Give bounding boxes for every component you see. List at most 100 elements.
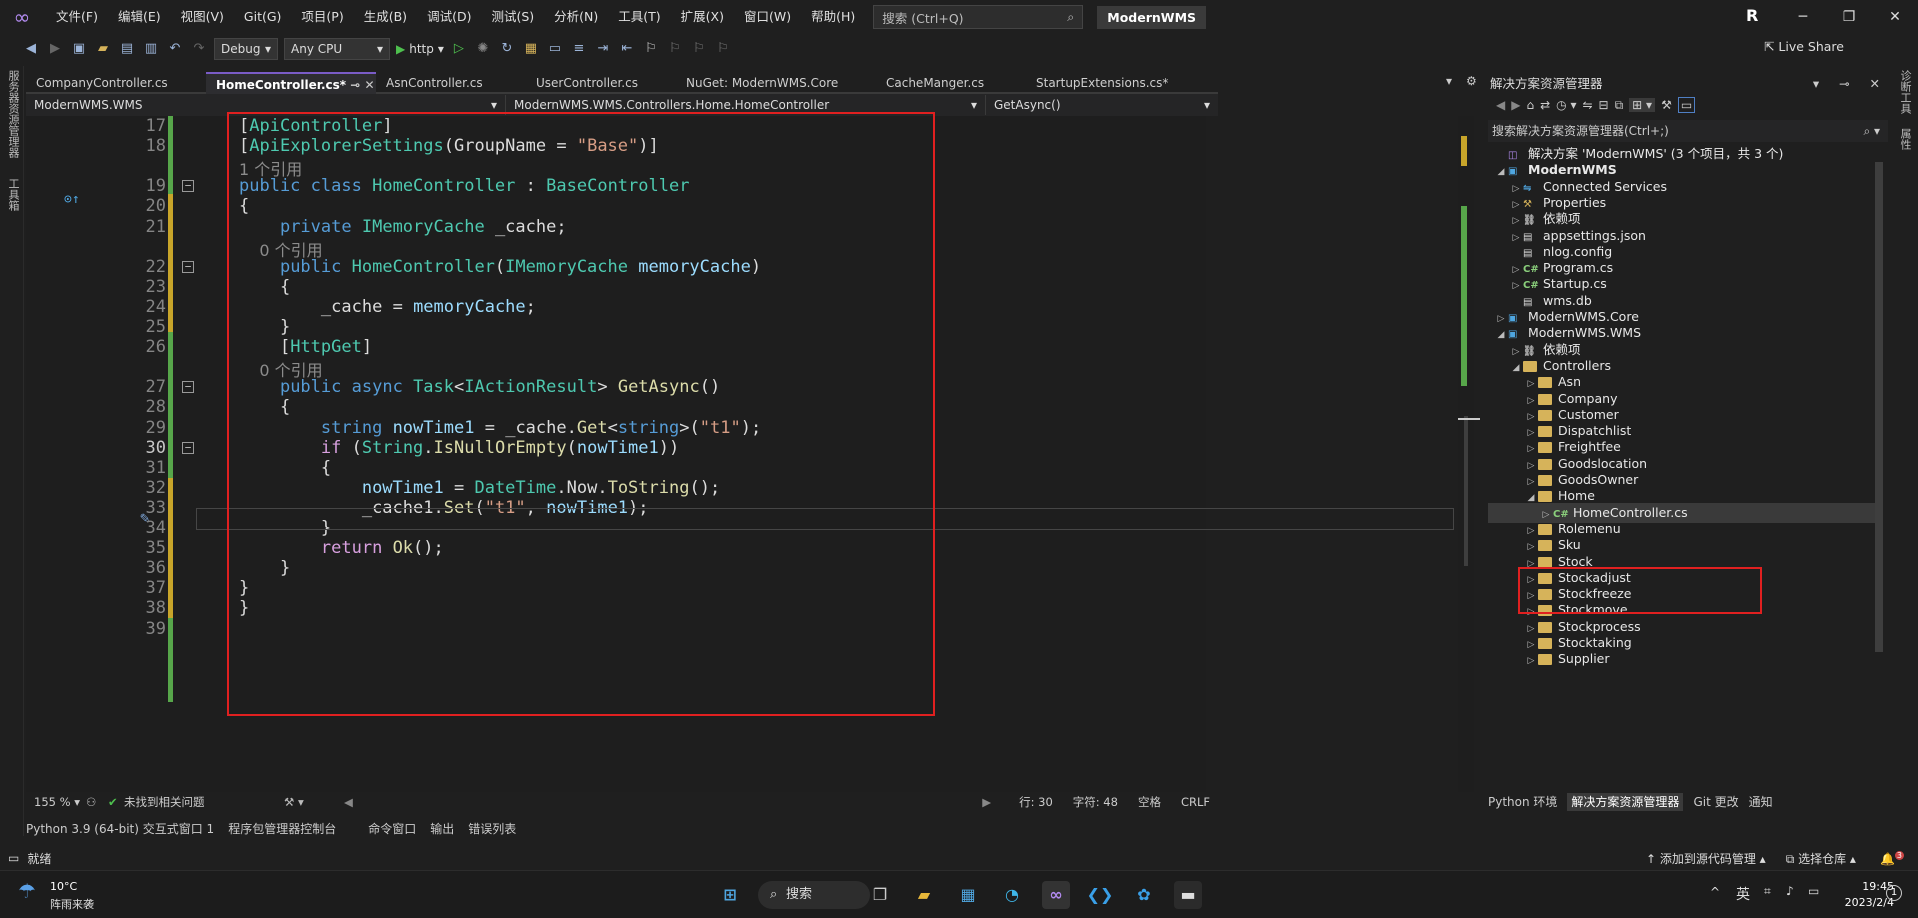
menu-item[interactable]: 调试(D) — [417, 0, 481, 34]
terminal-icon[interactable]: ▬ — [1174, 881, 1202, 909]
search-input[interactable]: 搜索 (Ctrl+Q) ⌕ — [873, 5, 1084, 29]
toolbox-tab[interactable]: 工具箱 — [5, 178, 21, 211]
line-ending[interactable]: CRLF — [1181, 795, 1210, 809]
file-explorer-icon[interactable]: ▰ — [910, 881, 938, 909]
vscode-icon[interactable]: ❮❯ — [1086, 881, 1114, 909]
menu-item[interactable]: 项目(P) — [291, 0, 353, 34]
document-tab[interactable]: HomeController.cs* ⊸ ✕ — [206, 72, 376, 94]
weather-temp[interactable]: 10°C — [50, 880, 77, 893]
bottom-tool-tab[interactable]: 输出 — [430, 820, 454, 837]
fold-toggle-icon[interactable]: − — [182, 381, 194, 394]
document-tab[interactable]: StartupExtensions.cs* — [1026, 72, 1196, 94]
tree-scrollbar-thumb[interactable] — [1875, 162, 1883, 652]
solution-panel-tab[interactable]: 解决方案资源管理器 — [1567, 793, 1684, 811]
pane-controls[interactable]: ▾ ⊸ ✕ — [1813, 74, 1888, 94]
source-control-button[interactable]: ↑ 添加到源代码管理 ▴ — [1646, 850, 1766, 867]
platform-select[interactable]: Any CPU ▾ — [284, 38, 390, 60]
refresh-icon[interactable]: ↻ — [498, 40, 516, 58]
zoom-select[interactable]: 155 % ▾ — [26, 795, 86, 809]
taskbar-search[interactable]: ⌕ 搜索 — [758, 881, 870, 909]
bottom-tool-tab[interactable]: 错误列表 — [468, 820, 516, 837]
menu-item[interactable]: 工具(T) — [608, 0, 670, 34]
weather-desc[interactable]: 阵雨来袭 — [50, 896, 94, 912]
tab-list-dropdown-icon[interactable]: ▾ — [1446, 74, 1452, 88]
scroll-right-icon[interactable]: ▶ — [982, 795, 991, 809]
show-all-files-icon[interactable]: ⧉ — [1615, 98, 1624, 113]
menu-item[interactable]: Git(G) — [234, 0, 292, 34]
menu-item[interactable]: 文件(F) — [46, 0, 108, 34]
hot-reload-icon[interactable]: ✺ — [474, 40, 492, 58]
visual-studio-icon[interactable]: ∞ — [1042, 881, 1070, 909]
avatar[interactable]: R — [1746, 6, 1766, 26]
save-icon[interactable]: ▤ — [118, 40, 136, 58]
bottom-tool-tab[interactable]: 程序包管理器控制台 — [228, 820, 336, 837]
document-tab[interactable]: UserController.cs — [526, 72, 676, 94]
open-icon[interactable]: ▰ — [94, 40, 112, 58]
document-tab[interactable]: CacheManger.cs — [876, 72, 1026, 94]
run-button[interactable]: ▶ http ▾ — [396, 42, 444, 56]
collapsed-arrow-icon[interactable]: ▷ — [1524, 651, 1538, 671]
scroll-left-icon[interactable]: ◀ — [344, 795, 353, 809]
pin-close-icon[interactable]: ⊸ ✕ — [346, 78, 374, 92]
home-icon[interactable]: ⌂ — [1526, 98, 1534, 112]
notification-center-badge[interactable]: 1 — [1886, 885, 1902, 901]
indent-icon[interactable]: ⇥ — [594, 40, 612, 58]
server-explorer-tab[interactable]: 服务器资源管理器 — [5, 70, 21, 158]
solution-panel-tab[interactable]: Git 更改 — [1693, 793, 1738, 811]
bottom-tool-tab[interactable]: 命令窗口 — [368, 820, 416, 837]
minimize-button[interactable]: ─ — [1780, 0, 1826, 34]
fold-toggle-icon[interactable]: − — [182, 260, 194, 273]
new-project-icon[interactable]: ▣ — [70, 40, 88, 58]
menu-item[interactable]: 扩展(X) — [671, 0, 734, 34]
menu-item[interactable]: 窗口(W) — [734, 0, 801, 34]
save-all-icon[interactable]: ▥ — [142, 40, 160, 58]
menu-item[interactable]: 帮助(H) — [801, 0, 865, 34]
menu-item[interactable]: 视图(V) — [171, 0, 234, 34]
store-icon[interactable]: ▦ — [954, 881, 982, 909]
start-without-debug-icon[interactable]: ▷ — [450, 40, 468, 58]
browser-icon[interactable]: ▦ — [522, 40, 540, 58]
start-icon[interactable]: ⊞ — [716, 881, 744, 909]
fold-toggle-icon[interactable]: − — [182, 180, 194, 193]
volume-icon[interactable]: ♪ — [1786, 884, 1794, 898]
bookmark-prev-icon[interactable]: ⚐ — [666, 40, 684, 58]
configuration-select[interactable]: Debug ▾ — [214, 38, 278, 60]
document-tab[interactable]: AsnController.cs — [376, 72, 526, 94]
fold-toggle-icon[interactable]: − — [182, 441, 194, 454]
settings-gear-icon[interactable]: ⚙ — [1466, 74, 1477, 88]
task-view-icon[interactable]: ❐ — [866, 881, 894, 909]
back-icon[interactable]: ◀ — [22, 40, 40, 58]
menu-item[interactable]: 生成(B) — [354, 0, 417, 34]
battery-icon[interactable]: ▭ — [1808, 884, 1819, 898]
document-tab[interactable]: NuGet: ModernWMS.Core — [676, 72, 876, 94]
bookmark-clear-icon[interactable]: ⚐ — [714, 40, 732, 58]
edge-icon[interactable]: ◔ — [998, 881, 1026, 909]
editor-scrollbar[interactable] — [1458, 116, 1480, 792]
layout-icon[interactable]: ▭ — [546, 40, 564, 58]
outdent-icon[interactable]: ⇤ — [618, 40, 636, 58]
close-window-button[interactable]: ✕ — [1872, 0, 1918, 34]
switch-view-icon[interactable]: ⇄ — [1540, 98, 1550, 112]
preview-selected-icon[interactable]: ▭ — [1677, 97, 1696, 113]
repo-select-button[interactable]: ⧉ 选择仓库 ▴ — [1786, 850, 1856, 867]
restore-button[interactable]: ❐ — [1826, 0, 1872, 34]
network-icon[interactable]: ⌗ — [1764, 884, 1771, 899]
live-share-button[interactable]: ⇱ Live Share — [1764, 39, 1844, 54]
document-tab[interactable]: CompanyController.cs — [26, 72, 206, 94]
bottom-tool-tab[interactable]: Python 3.9 (64-bit) 交互式窗口 1 — [26, 820, 214, 837]
notifications-icon[interactable]: 🔔 3 — [1880, 850, 1904, 866]
solution-search-input[interactable]: 搜索解决方案资源管理器(Ctrl+;) ⌕ ▾ — [1488, 120, 1888, 142]
format-icon[interactable]: ≡ — [570, 40, 588, 58]
bookmark-next-icon[interactable]: ⚐ — [690, 40, 708, 58]
forward-icon[interactable]: ▶ — [46, 40, 64, 58]
app-icon[interactable]: ✿ — [1130, 881, 1158, 909]
sync-icon[interactable]: ⇋ — [1582, 98, 1592, 112]
collapse-all-icon[interactable]: ⊟ — [1599, 98, 1609, 112]
bookmark-icon[interactable]: ⚐ — [642, 40, 660, 58]
properties-tab[interactable]: 属性 — [1897, 128, 1913, 150]
tree-folder-item[interactable]: ▷ Supplier — [1488, 649, 1880, 669]
forward-icon[interactable]: ▶ — [1511, 98, 1520, 112]
solution-panel-tab[interactable]: 通知 — [1749, 793, 1773, 811]
menu-item[interactable]: 测试(S) — [481, 0, 544, 34]
spacing-mode[interactable]: 空格 — [1138, 794, 1161, 810]
